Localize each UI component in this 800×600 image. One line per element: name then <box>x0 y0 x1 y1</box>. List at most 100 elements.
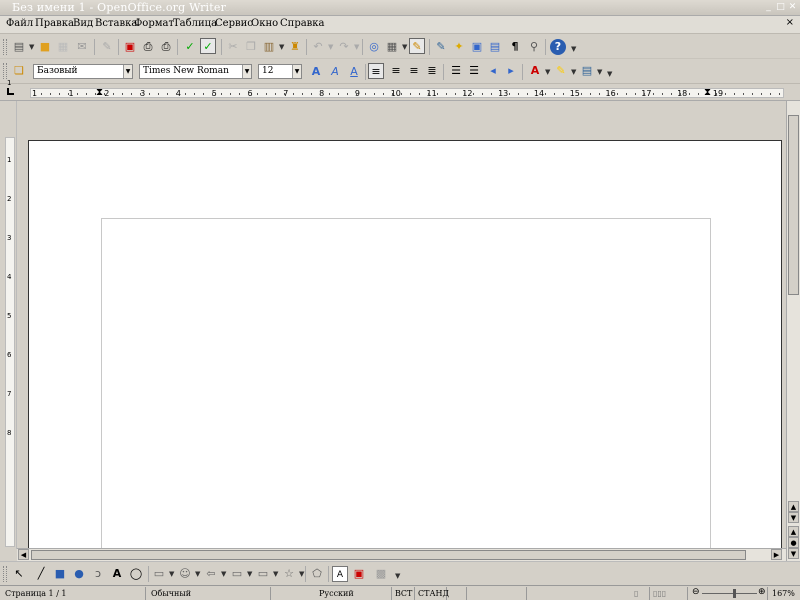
text-area-boundary[interactable] <box>101 218 711 549</box>
toolbar-overflow-icon[interactable]: ▼ <box>395 572 400 580</box>
autospellcheck-icon[interactable]: ✓ <box>200 38 216 54</box>
chevron-down-icon[interactable]: ▼ <box>402 43 407 51</box>
background-color-icon[interactable]: ▤ <box>579 63 595 79</box>
help-icon[interactable]: ? <box>550 39 566 55</box>
menu-view[interactable]: Вид <box>73 18 93 29</box>
menu-tools[interactable]: Сервис <box>215 18 253 29</box>
points-icon[interactable]: ⬠ <box>309 566 325 582</box>
page-style-indicator[interactable]: Обычный <box>146 587 271 600</box>
extrusion-icon[interactable]: ▩ <box>373 566 389 582</box>
menu-format[interactable]: Формат <box>134 18 174 29</box>
vertical-ruler[interactable]: 1 1 2 3 4 5 6 7 8 <box>0 79 17 549</box>
indent-marker-icon[interactable]: ⧗ <box>96 87 103 98</box>
stars-icon[interactable]: ☆ <box>281 566 297 582</box>
paragraph-style-select[interactable]: Базовый ▼ <box>33 64 133 79</box>
navigator-icon[interactable]: ✦ <box>451 39 467 55</box>
increase-indent-icon[interactable]: ▸ <box>503 63 519 79</box>
text-icon[interactable]: A <box>109 566 125 582</box>
gallery-icon[interactable]: ▣ <box>469 39 485 55</box>
styles-icon[interactable]: ❏ <box>11 63 27 79</box>
nonprinting-chars-icon[interactable]: ¶ <box>507 39 523 55</box>
zoom-slider-thumb[interactable] <box>733 589 736 598</box>
chevron-down-icon[interactable]: ▼ <box>597 68 602 76</box>
select-arrow-icon[interactable]: ↖ <box>11 566 27 582</box>
undo-icon[interactable]: ↶ <box>310 39 326 55</box>
tab-stop-type-icon[interactable] <box>7 88 14 95</box>
vertical-scroll-thumb[interactable] <box>788 115 799 295</box>
book-view-icon[interactable]: ▯▯▯ <box>650 587 688 600</box>
page-indicator[interactable]: Страница 1 / 1 <box>0 587 146 600</box>
copy-icon[interactable]: ❐ <box>243 39 259 55</box>
chevron-down-icon[interactable]: ▼ <box>29 43 34 51</box>
font-name-select[interactable]: Times New Roman ▼ <box>139 64 252 79</box>
language-indicator[interactable]: Русский <box>271 587 392 600</box>
chevron-down-icon[interactable]: ▼ <box>123 65 132 78</box>
underline-icon[interactable]: A <box>346 64 362 80</box>
view-layout-icon[interactable]: ▯ <box>527 587 650 600</box>
hyperlink-icon[interactable]: ◎ <box>366 39 382 55</box>
highlight-icon[interactable]: ✎ <box>553 63 569 79</box>
menu-table[interactable]: Таблица <box>173 18 217 29</box>
chevron-down-icon[interactable]: ▼ <box>279 43 284 51</box>
export-pdf-icon[interactable]: ▣ <box>122 39 138 55</box>
menu-help[interactable]: Справка <box>280 18 325 29</box>
datasource-icon[interactable]: ▤ <box>487 39 503 55</box>
chevron-down-icon[interactable]: ▼ <box>292 65 301 78</box>
print-icon[interactable]: ⎙ <box>140 39 156 55</box>
selection-mode-indicator[interactable]: СТАНД <box>415 587 449 600</box>
toolbar-handle[interactable] <box>3 63 7 79</box>
table-icon[interactable]: ▦ <box>384 39 400 55</box>
close-window-button[interactable]: ✕ <box>787 2 798 13</box>
line-icon[interactable]: ╱ <box>33 566 49 582</box>
show-draw-functions-icon[interactable]: ✎ <box>409 38 425 54</box>
horizontal-scrollbar[interactable]: ◀ ▶ <box>17 548 786 561</box>
chevron-down-icon[interactable]: ▼ <box>299 570 304 578</box>
spellcheck-icon[interactable]: ✓ <box>182 39 198 55</box>
chevron-down-icon[interactable]: ▼ <box>195 570 200 578</box>
previous-page-icon[interactable]: ▲ <box>788 526 799 537</box>
edit-file-icon[interactable]: ✎ <box>99 39 115 55</box>
save-icon[interactable]: ▦ <box>55 39 71 55</box>
chevron-down-icon[interactable]: ▼ <box>221 570 226 578</box>
paste-icon[interactable]: ▥ <box>261 39 277 55</box>
email-icon[interactable]: ✉ <box>74 39 90 55</box>
justify-icon[interactable]: ≣ <box>424 63 440 79</box>
chevron-down-icon[interactable]: ▼ <box>247 570 252 578</box>
bold-icon[interactable]: A <box>308 64 324 80</box>
zoom-in-icon[interactable]: ⊕ <box>758 587 766 597</box>
chevron-down-icon[interactable]: ▼ <box>354 43 359 51</box>
navigate-icon[interactable]: ● <box>788 537 799 548</box>
minimize-button[interactable]: _ <box>763 2 774 13</box>
zoom-level[interactable]: 167% <box>768 587 800 600</box>
font-size-select[interactable]: 12 ▼ <box>258 64 302 79</box>
horizontal-scroll-thumb[interactable] <box>31 550 746 560</box>
basic-shapes-icon[interactable]: ▭ <box>151 566 167 582</box>
right-indent-marker-icon[interactable]: ⧗ <box>704 87 711 98</box>
toolbar-handle[interactable] <box>3 39 7 55</box>
scroll-left-icon[interactable]: ◀ <box>18 549 29 560</box>
chevron-down-icon[interactable]: ▼ <box>242 65 251 78</box>
italic-icon[interactable]: A <box>327 64 343 80</box>
insert-mode-indicator[interactable]: ВСТ <box>392 587 415 600</box>
ellipse-icon[interactable]: ● <box>71 566 87 582</box>
align-center-icon[interactable]: ≡ <box>388 63 404 79</box>
print-preview-icon[interactable]: ⎙ <box>158 39 174 55</box>
toolbar-overflow-icon[interactable]: ▼ <box>607 70 612 78</box>
vertical-scrollbar[interactable]: ▲ ▼ ▲ ● ▼ <box>786 101 800 561</box>
chevron-down-icon[interactable]: ▼ <box>328 43 333 51</box>
callout-icon[interactable]: ◯ <box>128 566 144 582</box>
scroll-down-icon[interactable]: ▼ <box>788 512 799 523</box>
bullets-icon[interactable]: ☰ <box>466 63 482 79</box>
scroll-right-icon[interactable]: ▶ <box>771 549 782 560</box>
rectangle-icon[interactable]: ■ <box>52 566 68 582</box>
chevron-down-icon[interactable]: ▼ <box>169 570 174 578</box>
fontwork-icon[interactable]: A <box>332 566 348 582</box>
menu-insert[interactable]: Вставка <box>95 18 137 29</box>
next-page-icon[interactable]: ▼ <box>788 548 799 559</box>
block-arrows-icon[interactable]: ⇦ <box>203 566 219 582</box>
menu-edit[interactable]: Правка <box>35 18 74 29</box>
toolbar-overflow-icon[interactable]: ▼ <box>571 45 576 53</box>
font-color-icon[interactable]: A <box>527 63 543 79</box>
maximize-button[interactable]: □ <box>775 2 786 13</box>
chevron-down-icon[interactable]: ▼ <box>545 68 550 76</box>
